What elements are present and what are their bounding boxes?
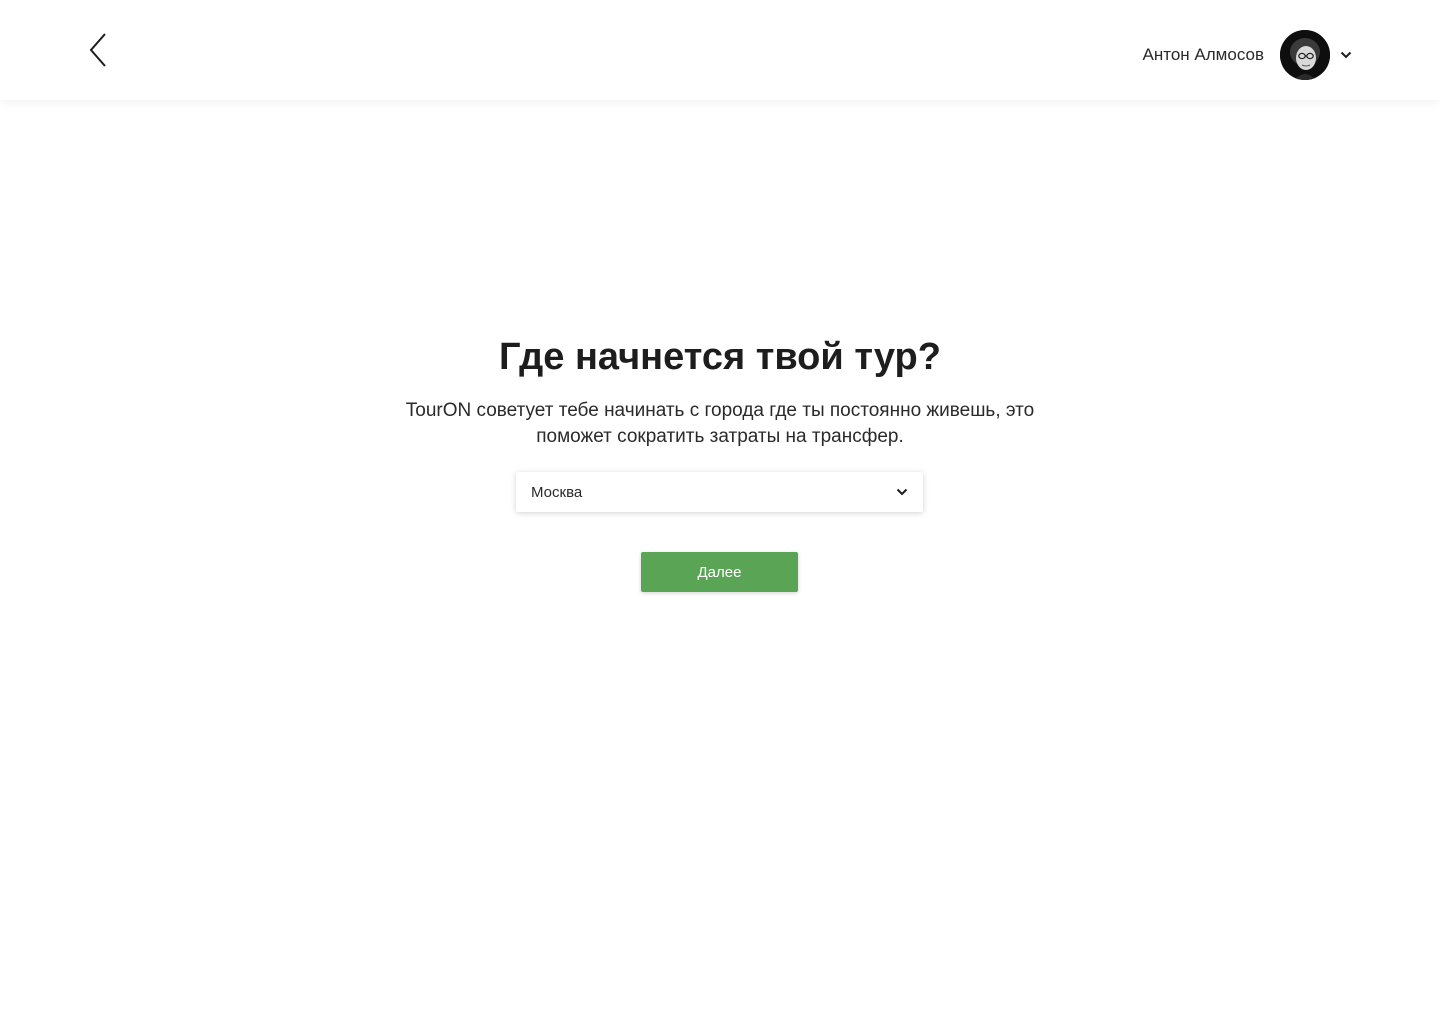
top-bar: Антон Алмосов xyxy=(0,0,1440,100)
back-button[interactable] xyxy=(80,28,116,72)
page-title: Где начнется твой тур? xyxy=(499,336,941,378)
user-name: Антон Алмосов xyxy=(1142,45,1264,64)
next-button[interactable]: Далее xyxy=(641,552,798,592)
chevron-left-icon xyxy=(89,33,106,67)
city-select-value: Москва xyxy=(531,483,583,501)
user-menu[interactable]: Антон Алмосов xyxy=(1143,30,1354,80)
chevron-down-icon xyxy=(896,488,908,496)
chevron-down-icon xyxy=(1340,51,1352,59)
city-select[interactable]: Москва xyxy=(516,472,923,512)
user-menu-toggle[interactable] xyxy=(1338,47,1354,63)
city-select-toggle[interactable] xyxy=(895,485,909,499)
start-city-form: Где начнется твой тур? TourON советует т… xyxy=(0,330,1440,592)
page-subtitle: TourON советует тебе начинать с города г… xyxy=(405,400,1035,447)
avatar[interactable] xyxy=(1280,30,1330,80)
avatar-image xyxy=(1280,30,1330,80)
